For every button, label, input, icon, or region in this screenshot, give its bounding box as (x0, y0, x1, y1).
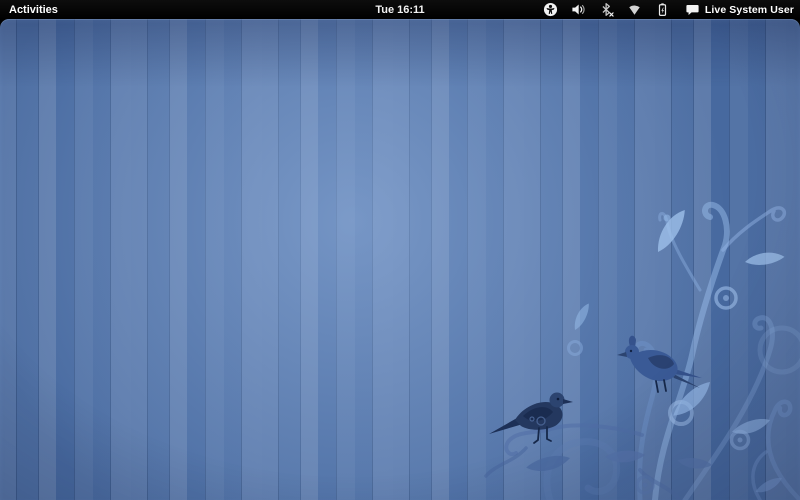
clock-button[interactable]: Tue 16:11 (375, 0, 424, 19)
network-status[interactable] (627, 0, 642, 19)
user-menu-label: Live System User (705, 4, 794, 16)
activities-label: Activities (9, 4, 58, 16)
volume-icon (571, 2, 586, 17)
desktop-wallpaper (0, 19, 800, 500)
user-menu[interactable]: Live System User (685, 0, 794, 19)
chat-bubble-icon (685, 2, 700, 17)
bluetooth-disabled-icon (599, 2, 614, 17)
volume-status[interactable] (571, 0, 586, 19)
wifi-icon (627, 2, 642, 17)
top-panel: Activities Tue 16:11 (0, 0, 800, 19)
clock-label: Tue 16:11 (375, 4, 424, 16)
bird-dark-left (489, 393, 573, 444)
battery-icon (655, 2, 670, 17)
accessibility-icon (543, 2, 558, 17)
bluetooth-status[interactable] (599, 0, 614, 19)
activities-button[interactable]: Activities (0, 0, 68, 19)
system-status-area: Live System User (543, 0, 800, 19)
accessibility-status[interactable] (543, 0, 558, 19)
floral-flourish-decoration (430, 170, 800, 500)
battery-status[interactable] (655, 0, 670, 19)
